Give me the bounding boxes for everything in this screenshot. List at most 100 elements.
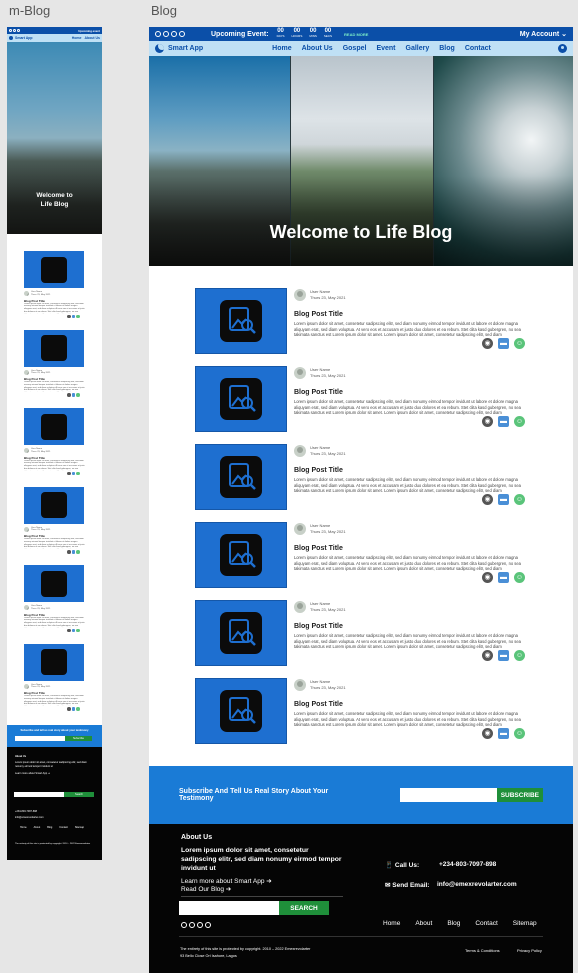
mobile-post-card[interactable]: User Name Thurs 23, May 2021 Blog Post Tit… <box>7 251 102 330</box>
terms-link[interactable]: Terms & Conditions <box>465 948 500 953</box>
mobile-upcoming-event[interactable]: Upcoming event <box>78 29 100 33</box>
mobile-nav-about[interactable]: About Us <box>84 36 100 40</box>
comment-icon[interactable] <box>71 707 75 711</box>
reaction-icon[interactable]: ☺ <box>514 416 525 427</box>
footer-nav-sitemap[interactable]: Sitemap <box>513 920 537 927</box>
mobile-footer-search-input[interactable] <box>14 792 64 797</box>
subscribe-button[interactable]: SUBSCRIBE <box>496 788 543 802</box>
post-title[interactable]: Blog Post Title <box>294 311 525 318</box>
views-icon[interactable]: ◉ <box>482 416 493 427</box>
post-title[interactable]: Blog Post Title <box>294 545 525 552</box>
comment-icon[interactable] <box>71 628 75 633</box>
views-icon[interactable] <box>67 314 71 319</box>
blog-post-card[interactable]: User Name Thurs 23, May 2021 Blog Post Tit… <box>195 366 573 444</box>
youtube-icon[interactable] <box>13 29 16 32</box>
post-thumbnail[interactable] <box>24 486 84 524</box>
reaction-icon[interactable] <box>76 550 80 554</box>
mobile-footer-blog[interactable]: Blog <box>47 826 52 829</box>
post-title[interactable]: Blog Post Title <box>294 389 525 396</box>
post-thumbnail[interactable] <box>24 329 84 367</box>
learn-more-link[interactable]: Learn more about Smart App ➔ <box>181 877 272 885</box>
mobile-subscribe-button[interactable]: Subscribe <box>65 736 92 741</box>
whatsapp-icon[interactable] <box>205 922 211 928</box>
post-thumbnail[interactable] <box>24 643 84 681</box>
blog-post-card[interactable]: User Name Thurs 23, May 2021 Blog Post Tit… <box>195 678 573 756</box>
post-title[interactable]: Blog Post Title <box>294 467 525 474</box>
whatsapp-icon[interactable] <box>179 31 185 37</box>
mobile-post-card[interactable]: User Name Thurs 23, May 2021 Blog Post Tit… <box>7 643 102 723</box>
views-icon[interactable] <box>67 393 71 397</box>
footer-nav-about[interactable]: About <box>415 920 432 927</box>
views-icon[interactable]: ◉ <box>482 338 493 349</box>
reaction-icon[interactable] <box>76 628 80 633</box>
footer-search-input[interactable] <box>179 901 279 915</box>
mobile-email[interactable]: info@emexrevolarter.com <box>15 816 44 819</box>
post-title[interactable]: Blog Post Title <box>294 701 525 708</box>
blog-post-card[interactable]: User Name Thurs 23, May 2021 Blog Post Tit… <box>195 444 573 522</box>
reaction-icon[interactable] <box>76 707 80 711</box>
email-address[interactable]: info@emexrevolarter.com <box>437 881 517 888</box>
mobile-post-card[interactable]: User Name Thurs 23, May 2021 Blog Post Tit… <box>7 486 102 566</box>
nav-about[interactable]: About Us <box>302 45 333 52</box>
comment-icon[interactable]: ▬ <box>498 650 509 661</box>
nav-blog[interactable]: Blog <box>439 45 455 52</box>
post-thumbnail[interactable] <box>24 251 84 288</box>
comment-icon[interactable]: ▬ <box>498 572 509 583</box>
views-icon[interactable]: ◉ <box>482 650 493 661</box>
nav-home[interactable]: Home <box>272 45 291 52</box>
reaction-icon[interactable] <box>76 471 80 476</box>
footer-search-button[interactable]: SEARCH <box>279 901 329 915</box>
post-thumbnail[interactable] <box>195 366 287 432</box>
views-icon[interactable] <box>67 550 71 554</box>
mobile-post-card[interactable]: User Name Thurs 23, May 2021 Blog Post Tit… <box>7 329 102 409</box>
blog-post-card[interactable]: User Name Thurs 23, May 2021 Blog Post Tit… <box>195 288 573 366</box>
reaction-icon[interactable]: ☺ <box>514 650 525 661</box>
user-profile-icon[interactable] <box>558 44 567 53</box>
mobile-post-card[interactable]: User Name Thurs 23, May 2021 Blog Post Tit… <box>7 408 102 487</box>
subscribe-email-input[interactable] <box>400 788 497 802</box>
reaction-icon[interactable]: ☺ <box>514 728 525 739</box>
post-thumbnail[interactable] <box>195 444 287 510</box>
reaction-icon[interactable] <box>76 393 80 397</box>
read-blog-link[interactable]: Read Our Blog ➔ <box>181 885 231 893</box>
comment-icon[interactable]: ▬ <box>498 338 509 349</box>
mobile-nav-home[interactable]: Home <box>72 36 82 40</box>
facebook-icon[interactable] <box>181 922 187 928</box>
mobile-learn-more[interactable]: Learn more about Smart App ➔ <box>15 772 50 775</box>
views-icon[interactable] <box>67 471 71 476</box>
nav-gospel[interactable]: Gospel <box>343 45 367 52</box>
brand-logo[interactable]: Smart App <box>155 44 203 53</box>
comment-icon[interactable]: ▬ <box>498 416 509 427</box>
nav-contact[interactable]: Contact <box>465 45 491 52</box>
reaction-icon[interactable]: ☺ <box>514 494 525 505</box>
footer-nav-contact[interactable]: Contact <box>475 920 497 927</box>
comment-icon[interactable]: ▬ <box>498 728 509 739</box>
post-thumbnail[interactable] <box>195 522 287 588</box>
phone-number[interactable]: +234-803-7097-898 <box>439 861 496 868</box>
post-thumbnail[interactable] <box>24 565 84 602</box>
reaction-icon[interactable]: ☺ <box>514 338 525 349</box>
mobile-footer-contact[interactable]: Contact <box>59 826 68 829</box>
mobile-footer-home[interactable]: Home <box>20 826 27 829</box>
views-icon[interactable]: ◉ <box>482 728 493 739</box>
privacy-link[interactable]: Privacy Policy <box>517 948 542 953</box>
views-icon[interactable]: ◉ <box>482 494 493 505</box>
my-account-dropdown[interactable]: My Account ⌄ <box>520 30 567 38</box>
views-icon[interactable]: ◉ <box>482 572 493 583</box>
blog-post-card[interactable]: User Name Thurs 23, May 2021 Blog Post Tit… <box>195 522 573 600</box>
youtube-icon[interactable] <box>189 922 195 928</box>
views-icon[interactable] <box>67 628 71 633</box>
footer-nav-home[interactable]: Home <box>383 920 400 927</box>
comment-icon[interactable] <box>71 471 75 476</box>
post-title[interactable]: Blog Post Title <box>294 623 525 630</box>
nav-event[interactable]: Event <box>376 45 395 52</box>
mobile-subscribe-input[interactable] <box>15 736 65 741</box>
footer-nav-blog[interactable]: Blog <box>447 920 460 927</box>
facebook-icon[interactable] <box>155 31 161 37</box>
instagram-icon[interactable] <box>171 31 177 37</box>
youtube-icon[interactable] <box>163 31 169 37</box>
views-icon[interactable] <box>67 707 71 711</box>
mobile-footer-about[interactable]: About <box>34 826 41 829</box>
reaction-icon[interactable] <box>76 314 80 319</box>
comment-icon[interactable]: ▬ <box>498 494 509 505</box>
